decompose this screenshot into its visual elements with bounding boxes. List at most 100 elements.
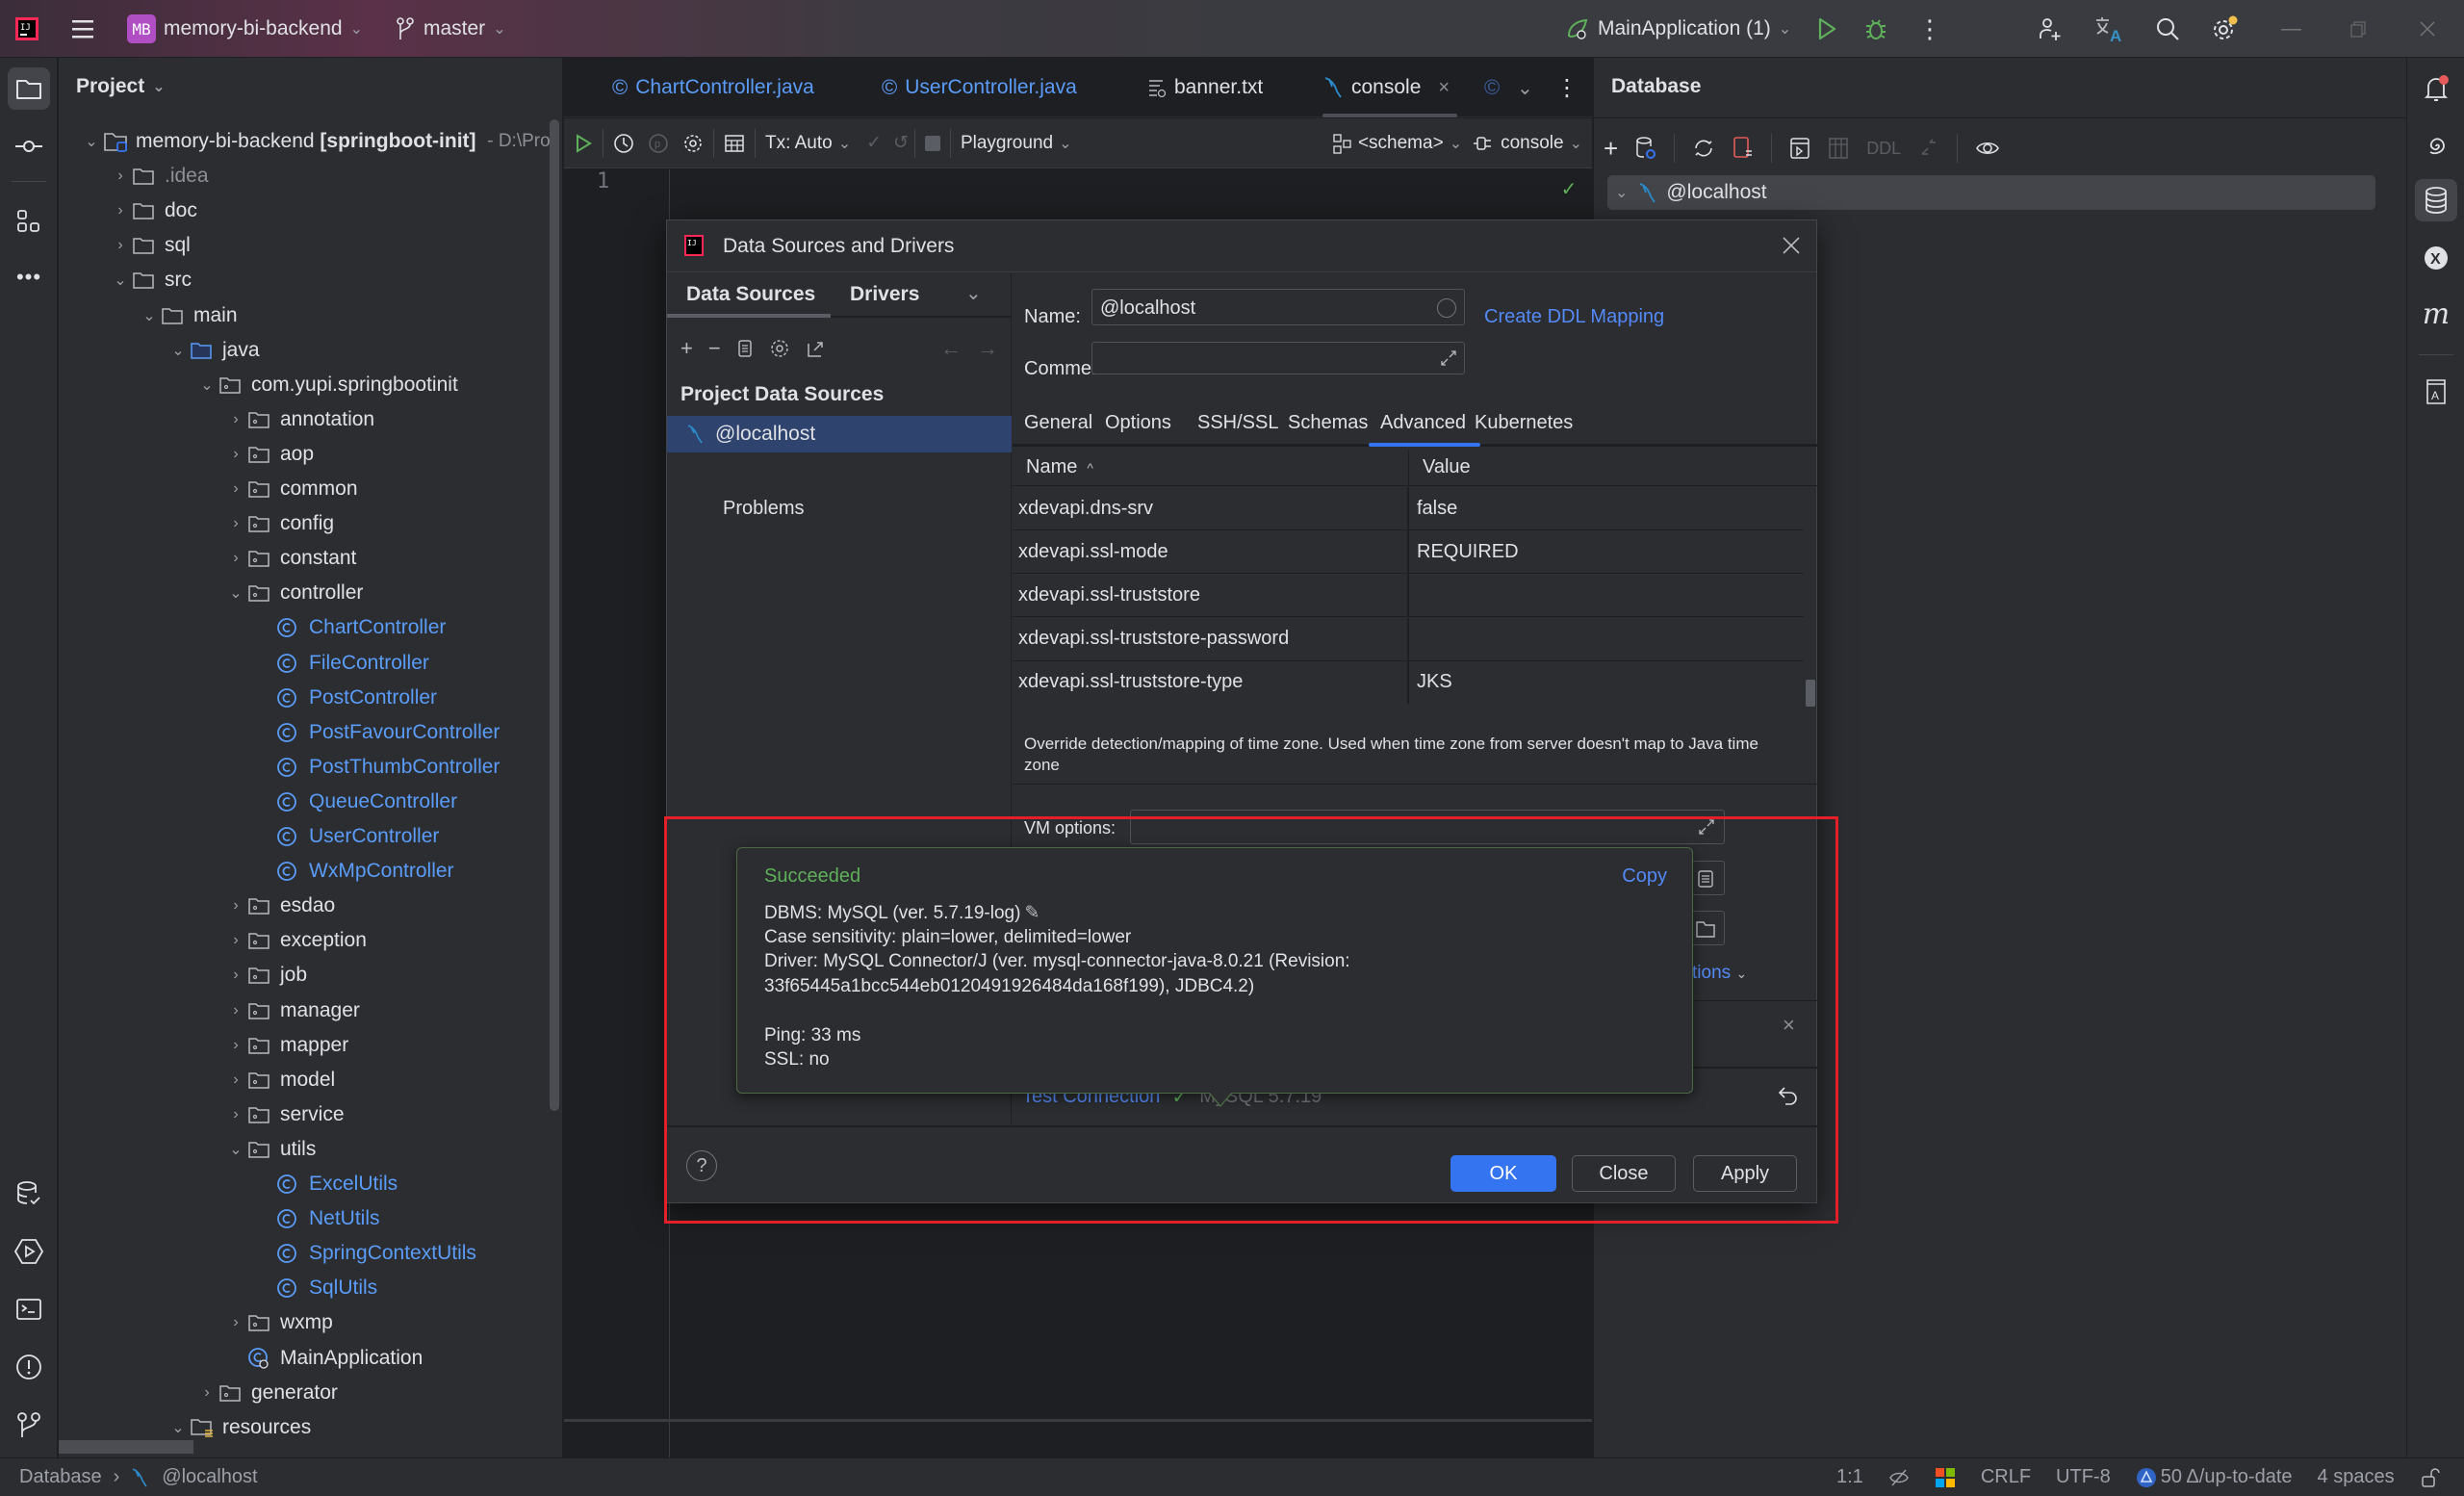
tree-item-chartcontroller[interactable]: ChartController bbox=[253, 610, 446, 645]
explain-plan-button[interactable]: p bbox=[644, 118, 673, 168]
collapsed-arrow-icon[interactable]: › bbox=[224, 932, 247, 949]
collapsed-arrow-icon[interactable]: › bbox=[224, 480, 247, 498]
tab-chart-controller[interactable]: © ChartController.java bbox=[612, 58, 814, 117]
tree-item-netutils[interactable]: NetUtils bbox=[253, 1201, 380, 1236]
close-dialog-button[interactable] bbox=[1780, 234, 1803, 257]
tree-item-src[interactable]: ⌄ src bbox=[109, 263, 192, 297]
view-options-icon[interactable] bbox=[1975, 137, 2000, 160]
services-tool-button[interactable] bbox=[8, 1230, 50, 1273]
collapsed-arrow-icon[interactable]: › bbox=[109, 202, 132, 219]
tab-options[interactable]: Options bbox=[1105, 399, 1171, 447]
collapsed-arrow-icon[interactable]: › bbox=[224, 446, 247, 463]
color-picker-icon[interactable] bbox=[1437, 298, 1456, 318]
problems-item[interactable]: Problems bbox=[723, 498, 804, 520]
minimize-button[interactable]: — bbox=[2281, 0, 2301, 58]
history-button[interactable] bbox=[603, 118, 644, 168]
close-window-button[interactable] bbox=[2418, 0, 2437, 58]
ddl-button[interactable]: DDL bbox=[1866, 139, 1901, 159]
database-changes-tool-button[interactable] bbox=[8, 1173, 50, 1215]
column-header-value[interactable]: Value bbox=[1409, 450, 1471, 485]
datasource-item-localhost[interactable]: @localhost bbox=[667, 416, 1012, 452]
project-switcher[interactable]: MB memory-bi-backend ⌄ bbox=[127, 0, 363, 58]
execute-button[interactable] bbox=[564, 118, 603, 168]
jump-to-console-icon[interactable] bbox=[1789, 137, 1810, 160]
close-button[interactable]: Close bbox=[1572, 1155, 1676, 1192]
help-button[interactable]: ? bbox=[686, 1150, 717, 1181]
tree-item-filecontroller[interactable]: FileController bbox=[253, 646, 429, 681]
tree-item-wxmpcontroller[interactable]: WxMpController bbox=[253, 854, 454, 889]
more-tools-button[interactable]: ••• bbox=[8, 256, 50, 298]
expanded-arrow-icon[interactable]: ⌄ bbox=[167, 341, 190, 360]
edit-pencil-icon[interactable]: ✎ bbox=[1024, 903, 1040, 923]
tree-item-sqlutils[interactable]: SqlUtils bbox=[253, 1271, 377, 1305]
translation-dictionary-button[interactable]: A bbox=[2415, 370, 2457, 412]
collapsed-arrow-icon[interactable]: › bbox=[195, 1384, 218, 1402]
comment-input[interactable] bbox=[1091, 342, 1465, 374]
tab-kubernetes[interactable]: Kubernetes bbox=[1475, 399, 1573, 447]
tree-item-config[interactable]: › config bbox=[224, 506, 334, 541]
refresh-icon[interactable] bbox=[1692, 137, 1715, 160]
indent-setting[interactable]: 4 spaces bbox=[2318, 1466, 2395, 1488]
expanded-arrow-icon[interactable]: ⌄ bbox=[224, 1140, 247, 1159]
unlock-icon[interactable] bbox=[2420, 1467, 2441, 1488]
run-button[interactable] bbox=[1815, 0, 1838, 58]
collapsed-arrow-icon[interactable]: › bbox=[109, 168, 132, 185]
create-ddl-mapping-link[interactable]: Create DDL Mapping bbox=[1484, 306, 1664, 328]
tab-drivers[interactable]: Drivers bbox=[850, 283, 919, 306]
datasource-properties-icon[interactable] bbox=[1635, 136, 1656, 161]
compare-icon[interactable] bbox=[1918, 137, 1939, 160]
tree-item-controller[interactable]: ⌄ controller bbox=[224, 576, 363, 610]
run-config-selector[interactable]: MainApplication (1) ⌄ bbox=[1565, 0, 1791, 58]
property-value[interactable] bbox=[1409, 574, 1804, 616]
tree-item-common[interactable]: › common bbox=[224, 472, 357, 506]
debug-button[interactable] bbox=[1863, 0, 1888, 58]
table-editor-icon[interactable] bbox=[1828, 137, 1849, 160]
reset-changes-icon[interactable] bbox=[1777, 1084, 1800, 1107]
property-row[interactable]: xdevapi.ssl-truststore-password bbox=[1013, 617, 1804, 661]
playground-dropdown[interactable]: Playground ⌄ bbox=[951, 118, 1082, 168]
collapsed-arrow-icon[interactable]: › bbox=[224, 550, 247, 567]
expanded-arrow-icon[interactable]: ⌄ bbox=[109, 271, 132, 290]
tree-item-generator[interactable]: › generator bbox=[195, 1376, 338, 1410]
file-list-icon[interactable] bbox=[1697, 869, 1714, 889]
line-ending[interactable]: CRLF bbox=[1981, 1466, 2031, 1488]
tx-mode-dropdown[interactable]: Tx: Auto ⌄ bbox=[756, 118, 860, 168]
commit-button[interactable]: ✓ bbox=[860, 118, 887, 168]
tabs-dropdown-button[interactable]: ⌄ bbox=[1517, 58, 1533, 117]
tabs-more-button[interactable]: ⋮ bbox=[1555, 58, 1578, 117]
tree-item-exception[interactable]: › exception bbox=[224, 923, 367, 958]
add-datasource-icon[interactable]: + bbox=[1604, 134, 1618, 164]
collapsed-arrow-icon[interactable]: › bbox=[224, 1002, 247, 1019]
disconnect-icon[interactable] bbox=[1732, 136, 1754, 161]
duplicate-icon[interactable] bbox=[736, 338, 754, 359]
database-tool-button[interactable] bbox=[2415, 179, 2457, 221]
collapsed-arrow-icon[interactable]: › bbox=[224, 1314, 247, 1331]
expanded-arrow-icon[interactable]: ⌄ bbox=[167, 1418, 190, 1437]
restore-button[interactable] bbox=[2348, 0, 2368, 58]
property-value[interactable] bbox=[1409, 618, 1804, 660]
tab-console[interactable]: console × bbox=[1322, 58, 1458, 117]
expanded-arrow-icon[interactable]: ⌄ bbox=[138, 306, 161, 325]
collapsed-arrow-icon[interactable]: › bbox=[109, 237, 132, 254]
tree-item-postthumbcontroller[interactable]: PostThumbController bbox=[253, 750, 500, 785]
tab-banner-txt[interactable]: banner.txt bbox=[1147, 58, 1263, 117]
rollback-button[interactable]: ↺ bbox=[887, 118, 914, 168]
tree-item-idea[interactable]: › .idea bbox=[109, 159, 208, 193]
ai-assistant-button[interactable] bbox=[2415, 125, 2457, 168]
tree-item-manager[interactable]: › manager bbox=[224, 993, 360, 1028]
code-with-me-button[interactable] bbox=[2037, 0, 2064, 58]
project-scrollbar[interactable] bbox=[550, 119, 559, 1111]
tab-ssh-ssl[interactable]: SSH/SSL bbox=[1197, 399, 1278, 447]
windows-logo-icon[interactable] bbox=[1935, 1467, 1956, 1488]
tree-item-utils[interactable]: ⌄ utils bbox=[224, 1132, 316, 1167]
property-value[interactable]: false bbox=[1409, 487, 1804, 529]
tree-item-springcontextutils[interactable]: SpringContextUtils bbox=[253, 1236, 476, 1271]
tree-item-annotation[interactable]: › annotation bbox=[224, 402, 374, 437]
tree-item-wxmp[interactable]: › wxmp bbox=[224, 1305, 333, 1340]
collapsed-arrow-icon[interactable]: › bbox=[224, 411, 247, 428]
notifications-button[interactable] bbox=[2415, 67, 2457, 110]
forward-arrow-icon[interactable]: → bbox=[977, 336, 998, 361]
tree-item-postcontroller[interactable]: PostController bbox=[253, 681, 437, 715]
tree-item-postfavourcontroller[interactable]: PostFavourController bbox=[253, 715, 500, 750]
tree-item-excelutils[interactable]: ExcelUtils bbox=[253, 1167, 398, 1201]
